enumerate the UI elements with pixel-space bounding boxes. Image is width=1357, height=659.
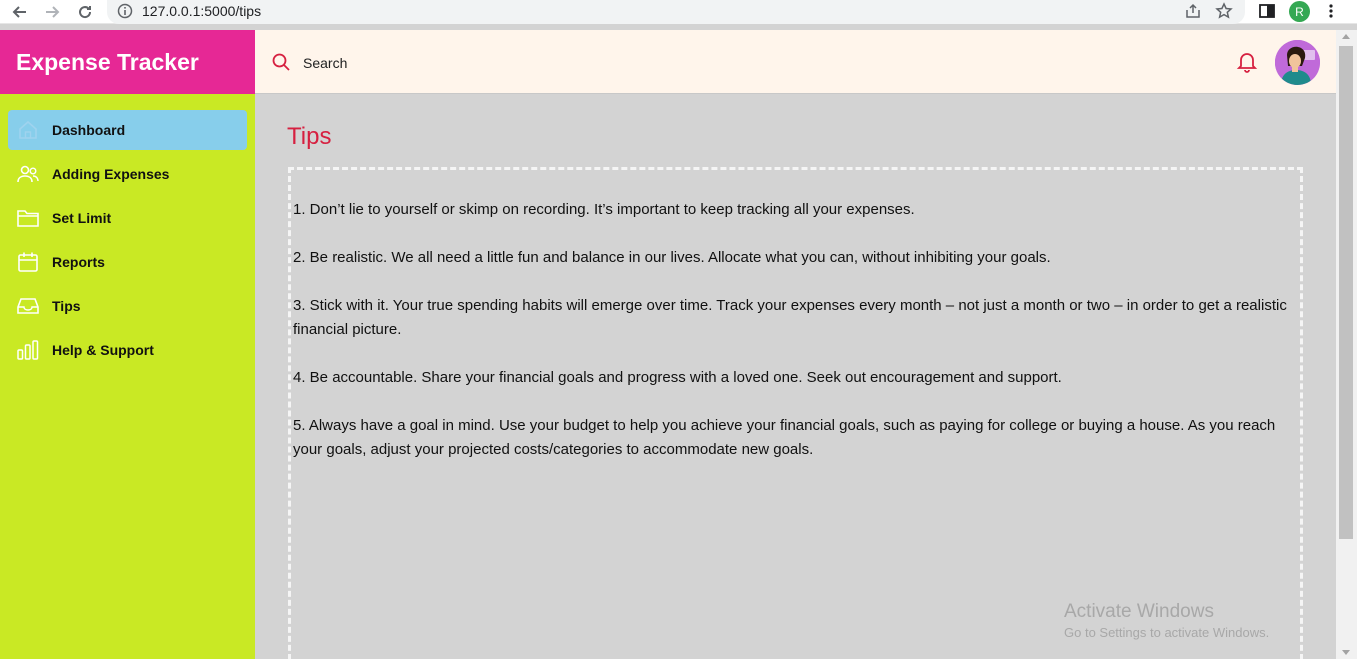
side-panel-icon[interactable] — [1258, 2, 1276, 25]
bookmark-star-icon[interactable] — [1215, 2, 1233, 25]
watermark-subtitle: Go to Settings to activate Windows. — [1064, 625, 1270, 640]
sidebar-item-label: Tips — [52, 298, 81, 314]
bar-chart-icon — [16, 338, 40, 362]
home-icon — [16, 118, 40, 142]
back-icon[interactable] — [10, 2, 30, 22]
address-bar[interactable]: 127.0.0.1:5000/tips — [107, 0, 1245, 24]
sidebar-item-label: Set Limit — [52, 210, 112, 226]
reload-icon[interactable] — [75, 2, 95, 22]
sidebar-item-dashboard[interactable]: Dashboard — [8, 110, 247, 150]
calendar-icon — [16, 250, 40, 274]
tip-item: 5. Always have a goal in mind. Use your … — [293, 417, 1276, 458]
share-icon[interactable] — [1184, 3, 1202, 24]
activation-watermark: Activate Windows Go to Settings to activ… — [1064, 601, 1269, 640]
folder-icon — [16, 206, 40, 230]
sidebar-item-label: Reports — [52, 254, 105, 270]
search-icon[interactable] — [271, 52, 291, 77]
brand-title[interactable]: Expense Tracker — [16, 49, 199, 76]
browser-toolbar: 127.0.0.1:5000/tips R — [0, 0, 1357, 24]
sidebar-item-label: Adding Expenses — [52, 166, 170, 182]
tip-item: 4. Be accountable. Share your financial … — [293, 369, 1062, 386]
scrollbar-thumb[interactable] — [1339, 46, 1353, 539]
sidebar-item-set-limit[interactable]: Set Limit — [8, 198, 247, 238]
main-content: Tips 1. Don’t lie to yourself or skimp o… — [255, 95, 1336, 659]
watermark-title: Activate Windows — [1064, 601, 1214, 622]
brand-header: Expense Tracker — [0, 30, 255, 94]
sidebar: Expense Tracker Dashboard Adding Expense… — [0, 30, 255, 659]
sidebar-item-label: Help & Support — [52, 342, 154, 358]
scroll-up-arrow-icon[interactable] — [1342, 34, 1350, 39]
scroll-down-arrow-icon[interactable] — [1342, 650, 1350, 655]
url-text[interactable]: 127.0.0.1:5000/tips — [142, 3, 261, 19]
tip-item: 1. Don’t lie to yourself or skimp on rec… — [293, 201, 915, 218]
sidebar-item-adding-expenses[interactable]: Adding Expenses — [8, 154, 247, 194]
sidebar-item-tips[interactable]: Tips — [8, 286, 247, 326]
sidebar-menu: Dashboard Adding Expenses Set Limit Repo… — [0, 94, 255, 370]
forward-icon[interactable] — [42, 2, 62, 22]
page-title: Tips — [287, 123, 332, 150]
top-bar: Search — [255, 30, 1336, 94]
bell-icon[interactable] — [1236, 50, 1258, 79]
sidebar-item-reports[interactable]: Reports — [8, 242, 247, 282]
sidebar-item-help-support[interactable]: Help & Support — [8, 330, 247, 370]
more-menu-icon[interactable] — [1324, 2, 1338, 25]
search-input[interactable]: Search — [303, 55, 347, 71]
profile-avatar[interactable]: R — [1289, 1, 1310, 22]
user-avatar[interactable] — [1275, 40, 1320, 85]
tip-item: 3. Stick with it. Your true spending hab… — [293, 297, 1287, 338]
users-icon — [16, 162, 40, 186]
inbox-icon — [16, 294, 40, 318]
tips-panel: 1. Don’t lie to yourself or skimp on rec… — [288, 167, 1303, 659]
tip-item: 2. Be realistic. We all need a little fu… — [293, 249, 1051, 266]
sidebar-item-label: Dashboard — [52, 122, 126, 138]
site-info-icon[interactable] — [117, 3, 133, 19]
